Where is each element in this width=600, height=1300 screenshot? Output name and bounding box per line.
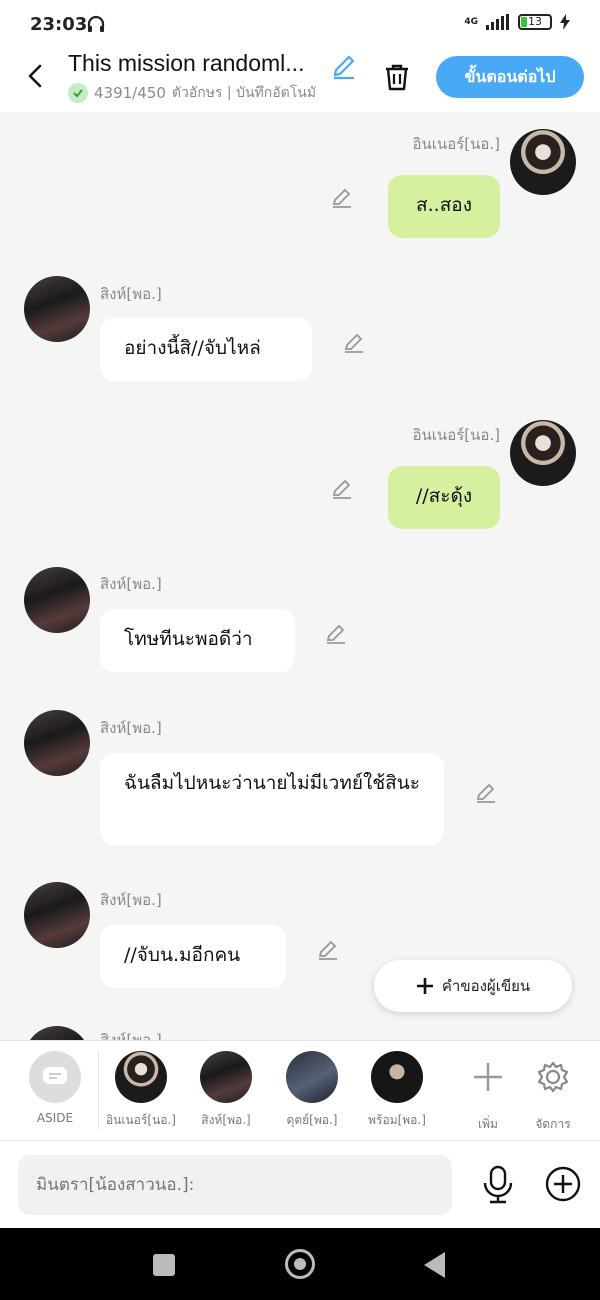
avatar[interactable] [24, 710, 90, 776]
plus-icon [416, 978, 433, 994]
back-triangle-icon[interactable] [424, 1252, 445, 1278]
character-label: อินเนอร์[นอ.] [106, 1113, 176, 1127]
char-unit: ตัวอักษร | บันทึกอัตโนมั [171, 85, 317, 101]
edit-icon[interactable] [330, 185, 354, 209]
character-aside[interactable]: ASIDE [15, 1051, 95, 1125]
message-bubble[interactable]: //จับน.มอีกคน [100, 925, 286, 988]
network-type: 4G [464, 17, 478, 27]
home-icon[interactable] [285, 1249, 315, 1279]
back-icon[interactable] [22, 62, 50, 90]
chat-bubble-icon [43, 1067, 67, 1084]
message-input[interactable] [18, 1155, 452, 1215]
sender-name: สิงห์[พอ.] [100, 1031, 162, 1040]
character-inner[interactable]: อินเนอร์[นอ.] [101, 1051, 181, 1130]
next-step-button[interactable]: ขั้นตอนต่อไป [436, 56, 584, 98]
gear-icon [537, 1061, 569, 1093]
message-bubble[interactable]: อย่างนี้สิ//จับไหล่ [100, 318, 312, 381]
avatar[interactable] [24, 567, 90, 633]
edit-icon[interactable] [324, 621, 348, 645]
story-title[interactable]: This mission randoml... [68, 50, 304, 77]
sender-name: อินเนอร์[นอ.] [412, 135, 500, 153]
edit-icon[interactable] [474, 780, 498, 804]
recents-icon[interactable] [153, 1254, 175, 1276]
avatar [286, 1051, 338, 1103]
edit-icon[interactable] [316, 937, 340, 961]
avatar [115, 1051, 167, 1103]
aside-circle [29, 1051, 81, 1103]
character-label: ASIDE [36, 1111, 74, 1125]
character-phrom[interactable]: พร้อม[พอ.] [357, 1051, 437, 1130]
edit-title-icon[interactable] [330, 52, 358, 80]
character-singh[interactable]: สิงห์[พอ.] [186, 1051, 266, 1130]
status-bar: 23:03 4G 13 [0, 0, 600, 48]
sender-name: สิงห์[พอ.] [100, 719, 162, 737]
divider [98, 1053, 99, 1129]
add-circle-icon[interactable] [544, 1165, 582, 1203]
system-nav-bar [0, 1228, 600, 1300]
author-note-button[interactable]: คำของผู้เขียน [374, 960, 572, 1012]
char-counter: 4391/450 ตัวอักษร | บันทึกอัตโนมั [68, 82, 316, 104]
charging-icon [560, 14, 570, 30]
character-dut[interactable]: ดุตย์[พอ.] [272, 1051, 352, 1130]
battery-icon: 13 [518, 14, 552, 30]
edit-icon[interactable] [330, 476, 354, 500]
character-label: สิงห์[พอ.] [201, 1113, 251, 1127]
avatar[interactable] [510, 420, 576, 486]
sender-name: สิงห์[พอ.] [100, 891, 162, 909]
check-icon [68, 83, 88, 103]
edit-icon[interactable] [342, 330, 366, 354]
input-bar [0, 1140, 600, 1229]
sender-name: สิงห์[พอ.] [100, 575, 162, 593]
header: This mission randoml... 4391/450 ตัวอักษ… [0, 48, 600, 112]
microphone-icon[interactable] [480, 1165, 516, 1205]
author-note-label: คำของผู้เขียน [441, 977, 531, 995]
battery-level: 13 [528, 15, 542, 28]
headset-icon [87, 15, 105, 32]
avatar [371, 1051, 423, 1103]
avatar[interactable] [24, 1026, 90, 1040]
character-label: พร้อม[พอ.] [368, 1113, 426, 1127]
character-bar: ASIDE อินเนอร์[นอ.] สิงห์[พอ.] ดุตย์[พอ.… [0, 1040, 600, 1141]
message-bubble[interactable]: โทษทีนะพอดีว่า [100, 609, 295, 672]
avatar[interactable] [24, 882, 90, 948]
character-label: ดุตย์[พอ.] [286, 1113, 338, 1127]
plus-icon [474, 1063, 502, 1091]
status-time: 23:03 [30, 14, 88, 35]
sender-name: อินเนอร์[นอ.] [412, 426, 500, 444]
character-label: จัดการ [535, 1117, 571, 1131]
sender-name: สิงห์[พอ.] [100, 285, 162, 303]
signal-icon [486, 14, 509, 30]
message-bubble[interactable]: //สะดุ้ง [388, 466, 500, 529]
trash-icon[interactable] [380, 60, 414, 94]
message-bubble[interactable]: ส..สอง [388, 175, 500, 238]
avatar[interactable] [24, 276, 90, 342]
avatar[interactable] [510, 129, 576, 195]
char-count: 4391/450 [94, 84, 166, 102]
chat-area: อินเนอร์[นอ.] ส..สอง สิงห์[พอ.] อย่างนี้… [0, 112, 600, 1040]
avatar [200, 1051, 252, 1103]
message-bubble[interactable]: ฉันลืมไปหนะว่านายไม่มีเวทย์ใช้สินะ [100, 753, 444, 845]
manage-characters-button[interactable]: จัดการ [513, 1051, 593, 1134]
